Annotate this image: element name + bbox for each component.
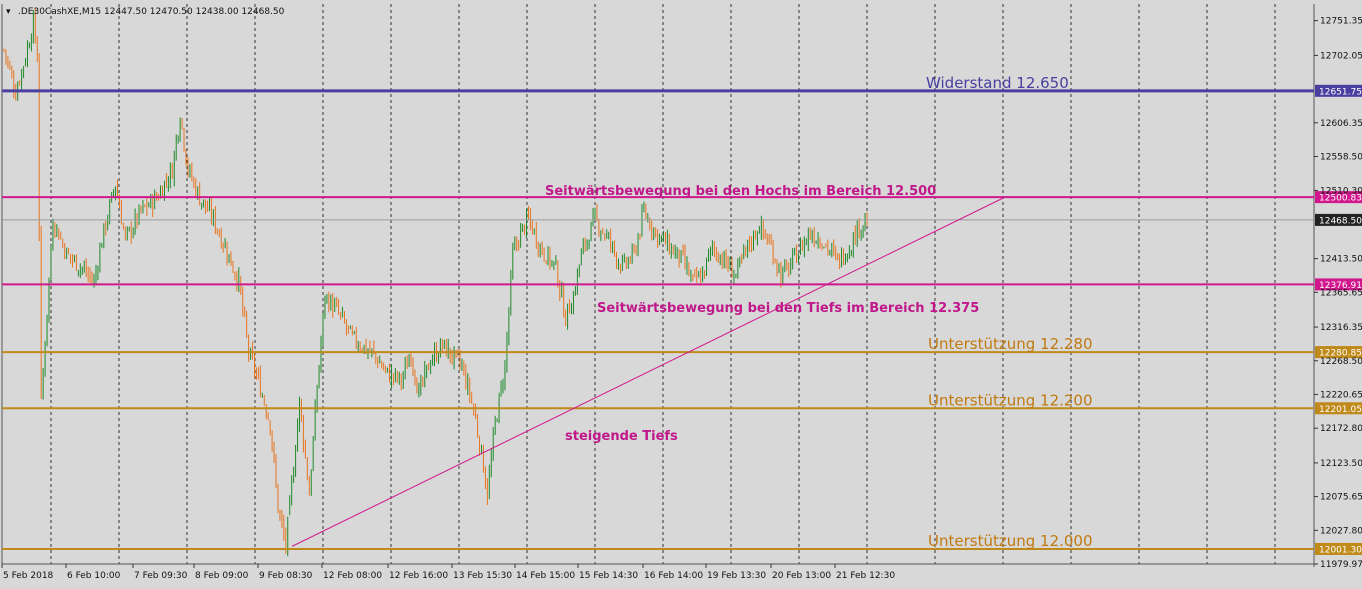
time-tick-label: 6 Feb 10:00 [67, 571, 121, 581]
level-label-support: Unterstützung 12.200 [928, 391, 1093, 409]
price-tick-label: 12268.50 [1320, 357, 1362, 367]
price-tick-label: 12365.65 [1320, 288, 1362, 298]
time-tick-label: 9 Feb 08:30 [259, 571, 313, 581]
price-tick-label: 12702.05 [1320, 51, 1362, 61]
time-tick-label: 5 Feb 2018 [3, 571, 54, 581]
price-tick-label: 12510.30 [1320, 186, 1362, 196]
price-tick-label: 11979.97 [1320, 560, 1362, 570]
price-tick-label: 12123.50 [1320, 459, 1362, 469]
price-tag-label: 12001.30 [1319, 545, 1362, 555]
current-price-label: 12468.50 [1319, 216, 1362, 226]
time-tick-label: 13 Feb 15:30 [453, 571, 512, 581]
level-label-resistance: Widerstand 12.650 [926, 74, 1069, 92]
price-tick-label: 12413.50 [1320, 255, 1362, 265]
time-tick-label: 12 Feb 08:00 [323, 571, 382, 581]
annotation-highs: Seitwärtsbewegung bei den Hochs im Berei… [545, 184, 936, 199]
time-tick-label: 21 Feb 12:30 [836, 571, 895, 581]
time-tick-label: 19 Feb 13:30 [707, 571, 766, 581]
price-tag-label: 12651.75 [1319, 87, 1362, 97]
level-label-support: Unterstützung 12.000 [928, 532, 1093, 550]
annotation-lows: Seitwärtsbewegung bei den Tiefs im Berei… [597, 301, 979, 316]
annotation-rising: steigende Tiefs [565, 429, 678, 444]
time-tick-label: 8 Feb 09:00 [195, 571, 249, 581]
time-tick-label: 15 Feb 14:30 [579, 571, 638, 581]
price-tag-label: 12201.05 [1319, 405, 1362, 415]
price-tick-label: 12027.80 [1320, 526, 1362, 536]
price-tick-label: 12220.65 [1320, 390, 1362, 400]
price-tick-label: 12558.50 [1320, 152, 1362, 162]
ohlc-readout: 12447.50 12470.50 12438.00 12468.50 [104, 7, 285, 17]
level-label-support: Unterstützung 12.280 [928, 335, 1093, 353]
symbol-info: .DE30CashXE,M15 [18, 7, 101, 17]
time-tick-label: 7 Feb 09:30 [134, 571, 188, 581]
plot-background [0, 0, 1362, 585]
price-tick-label: 12316.35 [1320, 323, 1362, 333]
price-tick-label: 12751.35 [1320, 17, 1362, 27]
price-tick-label: 12606.35 [1320, 119, 1362, 129]
chart: Widerstand 12.650 Unterstützung 12.280 Unt… [0, 0, 1362, 585]
price-tick-label: 12075.65 [1320, 493, 1362, 503]
time-tick-label: 20 Feb 13:00 [772, 571, 831, 581]
chart-svg: Widerstand 12.650 Unterstützung 12.280 Unt… [0, 0, 1362, 585]
time-tick-label: 12 Feb 16:00 [389, 571, 448, 581]
time-tick-label: 14 Feb 15:00 [516, 571, 575, 581]
price-tick-label: 12172.80 [1320, 424, 1362, 434]
time-tick-label: 16 Feb 14:00 [644, 571, 703, 581]
menu-chevron-icon[interactable]: ▾ [6, 7, 11, 17]
